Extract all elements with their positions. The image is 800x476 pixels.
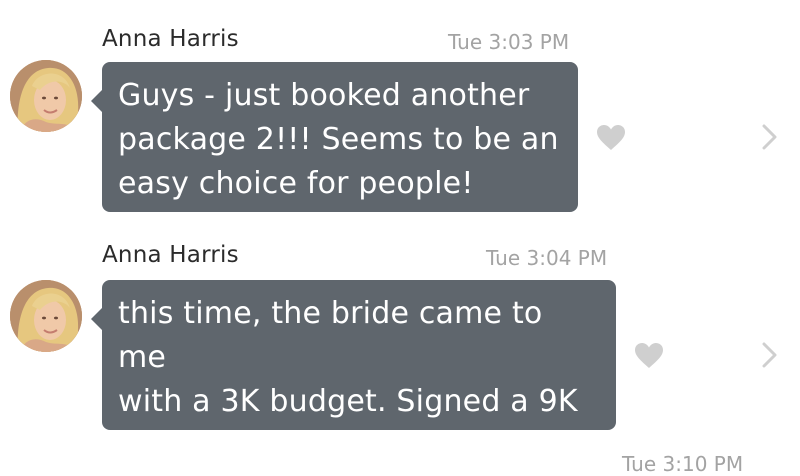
message-item: Anna Harris Tue 3:03 PM Guys - just book… xyxy=(0,0,800,230)
chevron-right-icon xyxy=(762,124,777,150)
message-item: Anna Harris Tue 3:04 PM this time, the b… xyxy=(0,230,800,463)
next-message-timestamp: Tue 3:10 PM xyxy=(622,452,744,476)
like-button[interactable] xyxy=(596,124,626,152)
message-timestamp: Tue 3:04 PM xyxy=(486,246,608,270)
avatar-photo-icon xyxy=(10,60,82,132)
heart-icon xyxy=(597,125,625,150)
heart-icon xyxy=(635,343,663,368)
message-bubble[interactable]: Guys - just booked another package 2!!! … xyxy=(91,62,578,212)
avatar[interactable] xyxy=(10,60,82,132)
message-more-button[interactable] xyxy=(760,340,780,370)
chevron-right-icon xyxy=(762,342,777,368)
avatar[interactable] xyxy=(10,280,82,352)
sender-name: Anna Harris xyxy=(102,26,239,52)
avatar-photo-icon xyxy=(10,280,82,352)
like-button[interactable] xyxy=(634,342,664,370)
message-bubble[interactable]: this time, the bride came to me with a 3… xyxy=(91,280,616,463)
message-timestamp: Tue 3:03 PM xyxy=(448,30,570,54)
message-more-button[interactable] xyxy=(760,122,780,152)
sender-name: Anna Harris xyxy=(102,242,239,268)
